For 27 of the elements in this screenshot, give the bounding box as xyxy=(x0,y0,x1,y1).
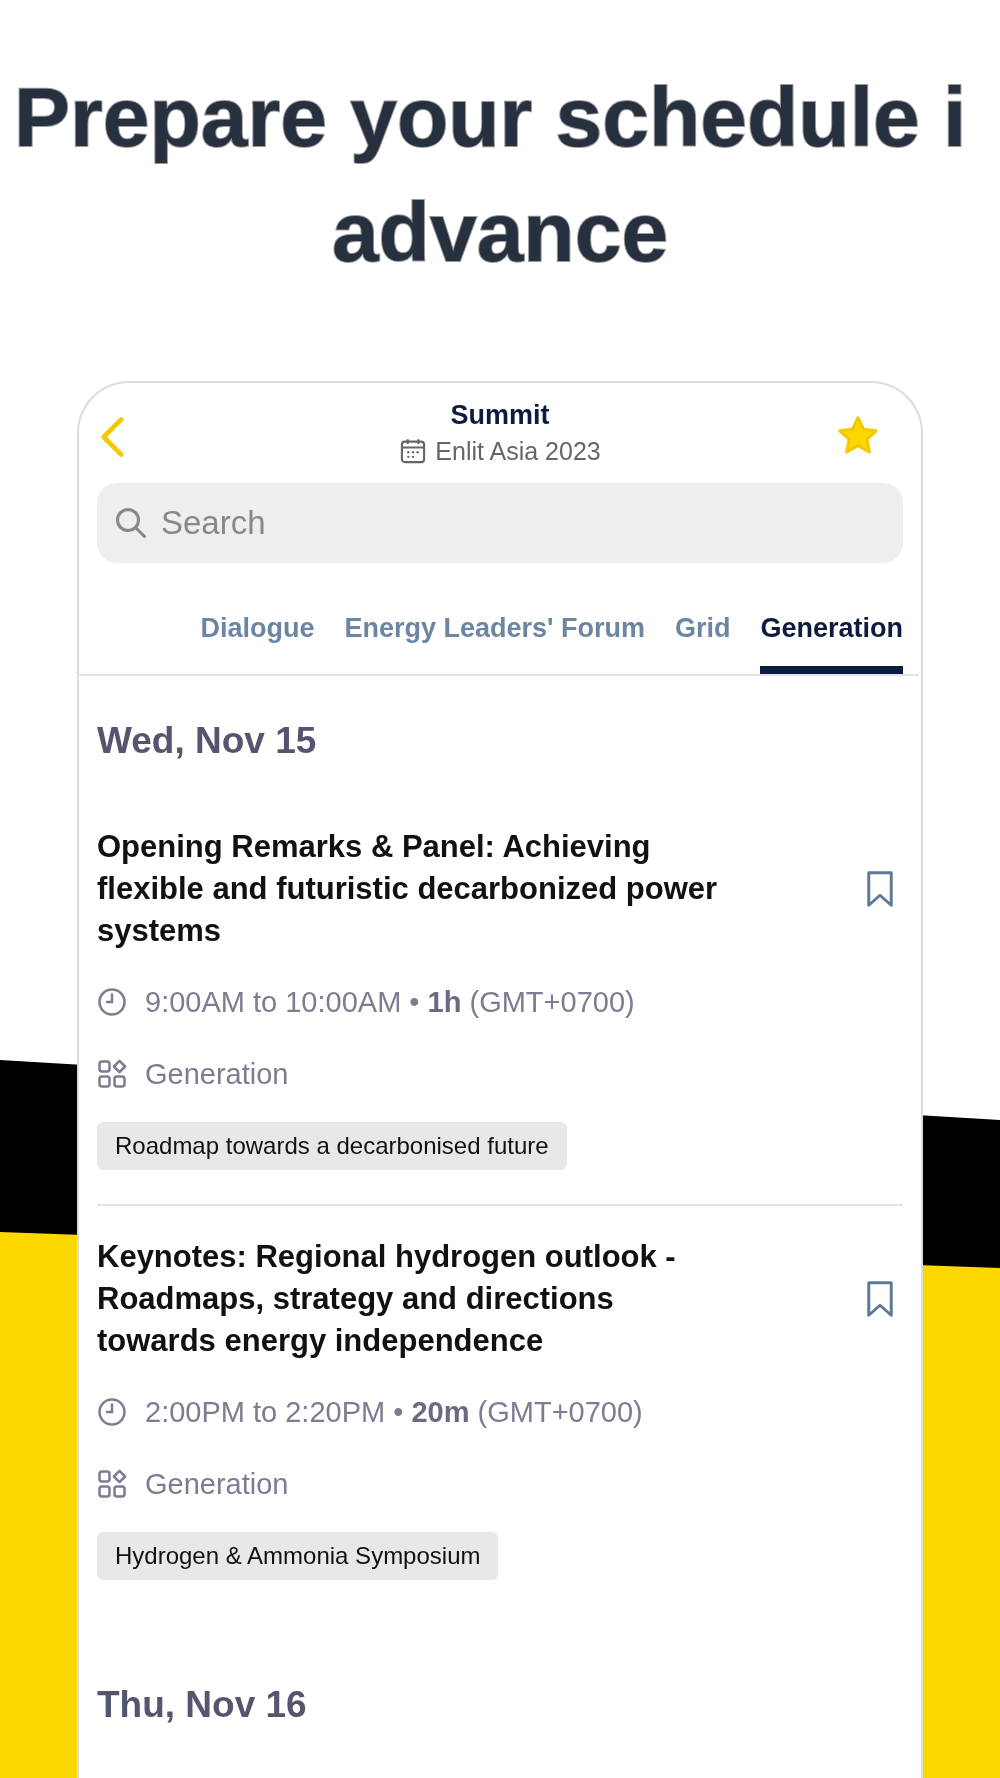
session-title[interactable]: Opening Remarks & Panel: Achieving flexible and futuristic decarbonized power systems xyxy=(97,826,737,952)
event-title: Summit xyxy=(450,399,550,432)
day-heading: Wed, Nov 15 xyxy=(97,719,318,763)
clock-icon xyxy=(97,987,127,1017)
tab[interactable]: Energy Leaders' Forum xyxy=(344,603,645,674)
headline: Prepare your schedule i xyxy=(13,69,967,166)
grid-icon xyxy=(97,1059,127,1089)
session-tag: Roadmap towards a decarbonised future xyxy=(97,1122,567,1170)
search-field[interactable]: Search xyxy=(97,483,903,563)
session-title[interactable]: Keynotes: Regional hydrogen outlook - Roadmaps, strategy and directions towards energy independence xyxy=(97,1236,737,1362)
calendar-icon xyxy=(399,437,428,465)
tab[interactable]: Generation xyxy=(760,603,903,674)
session-time: 9:00AM to 10:00AM • 1h (GMT+0700) xyxy=(145,985,635,1020)
headline: advance xyxy=(331,184,669,281)
bookmark-icon[interactable] xyxy=(865,870,895,908)
bookmark-icon[interactable] xyxy=(865,1280,895,1318)
grid-icon xyxy=(97,1469,127,1499)
session-time: 2:00PM to 2:20PM • 20m (GMT+0700) xyxy=(145,1395,643,1430)
day-heading: Thu, Nov 16 xyxy=(97,1683,308,1727)
tab[interactable]: Grid xyxy=(674,603,731,674)
session-category: Generation xyxy=(145,1057,289,1092)
session-category: Generation xyxy=(145,1467,289,1502)
search-icon xyxy=(113,505,149,541)
session-tag: Hydrogen & Ammonia Symposium xyxy=(97,1532,499,1580)
clock-icon xyxy=(97,1397,127,1427)
tab[interactable]: Dialogue xyxy=(200,603,315,674)
event-subtitle: Enlit Asia 2023 xyxy=(435,436,601,467)
